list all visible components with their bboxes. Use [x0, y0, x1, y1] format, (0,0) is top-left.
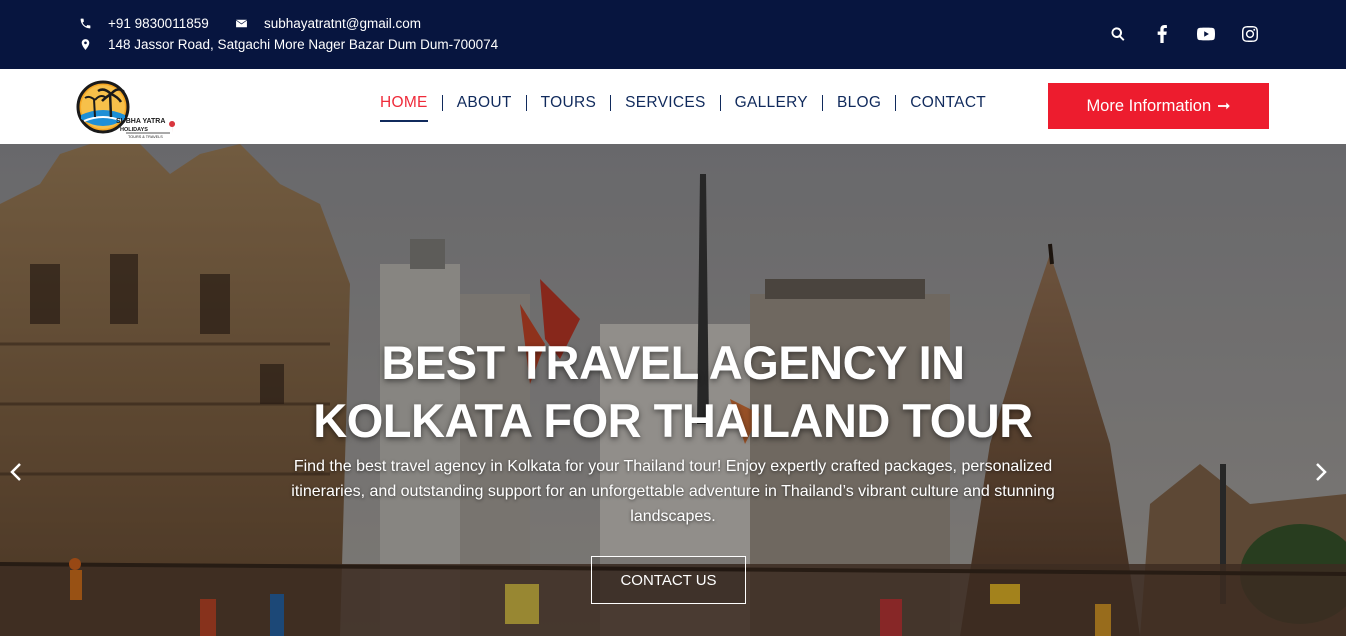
chevron-right-icon — [1316, 463, 1327, 481]
email-contact[interactable]: subhayatratnt@gmail.com — [234, 16, 421, 31]
arrow-right-icon: ➞ — [1217, 98, 1231, 115]
nav-item-gallery[interactable]: GALLERY — [719, 94, 822, 111]
nav-item-tours[interactable]: TOURS — [525, 94, 610, 111]
phone-contact[interactable]: +91 9830011859 — [78, 16, 209, 31]
nav-item-label: BLOG — [836, 94, 882, 111]
email-address: subhayatratnt@gmail.com — [264, 16, 422, 31]
hero-description: Find the best travel agency in Kolkata f… — [291, 458, 1055, 525]
phone-icon — [78, 17, 92, 31]
hero-title-line-2: KOLKATA FOR THAILAND TOUR — [313, 394, 1033, 447]
more-information-label: More Information — [1086, 96, 1212, 115]
nav-item-label: ABOUT — [456, 94, 512, 111]
nav-item-contact[interactable]: CONTACT — [895, 95, 1000, 111]
map-marker-icon — [78, 38, 92, 52]
instagram-icon[interactable] — [1240, 24, 1260, 44]
nav-item-blog[interactable]: BLOG — [821, 94, 895, 111]
social-links — [1108, 24, 1260, 44]
phone-number: +91 9830011859 — [108, 16, 209, 31]
top-contact-bar: +91 9830011859 subhayatratnt@gmail.com 1… — [0, 0, 1346, 69]
logo-text-brand: SUBHA YATRA — [116, 118, 165, 125]
nav-item-label: TOURS — [540, 94, 597, 111]
main-navigation: HOME ABOUT TOURS SERVICES GALLERY BLOG C… — [366, 94, 1000, 122]
hero-title-line-1: BEST TRAVEL AGENCY IN — [381, 336, 965, 389]
facebook-icon[interactable] — [1152, 24, 1172, 44]
envelope-icon — [234, 17, 248, 31]
search-icon[interactable] — [1108, 24, 1128, 44]
youtube-icon[interactable] — [1196, 24, 1216, 44]
address-contact: 148 Jassor Road, Satgachi More Nager Baz… — [78, 37, 498, 52]
hero-slider: BEST TRAVEL AGENCY IN KOLKATA FOR THAILA… — [0, 144, 1346, 636]
nav-item-label: GALLERY — [734, 94, 808, 111]
nav-item-label: CONTACT — [910, 94, 987, 111]
nav-item-label: HOME — [380, 94, 428, 111]
logo-text-tagline: TOURS & TRAVELS — [128, 135, 163, 139]
hero-title: BEST TRAVEL AGENCY IN KOLKATA FOR THAILA… — [223, 334, 1123, 450]
logo-text-holidays: HOLIDAYS — [120, 127, 148, 133]
contact-us-button[interactable]: CONTACT US — [591, 556, 746, 604]
slider-next-button[interactable] — [1310, 457, 1332, 487]
nav-item-about[interactable]: ABOUT — [441, 94, 526, 111]
nav-item-services[interactable]: SERVICES — [610, 95, 720, 111]
main-header: SUBHA YATRA HOLIDAYS TOURS & TRAVELS HOM… — [0, 69, 1346, 144]
chevron-left-icon — [10, 463, 21, 481]
street-address: 148 Jassor Road, Satgachi More Nager Baz… — [108, 37, 499, 52]
nav-item-label: SERVICES — [625, 94, 706, 111]
site-logo[interactable]: SUBHA YATRA HOLIDAYS TOURS & TRAVELS — [76, 77, 178, 139]
slider-prev-button[interactable] — [5, 457, 27, 487]
nav-item-home[interactable]: HOME — [366, 94, 442, 122]
more-information-button[interactable]: More Information ➞ — [1048, 83, 1269, 129]
